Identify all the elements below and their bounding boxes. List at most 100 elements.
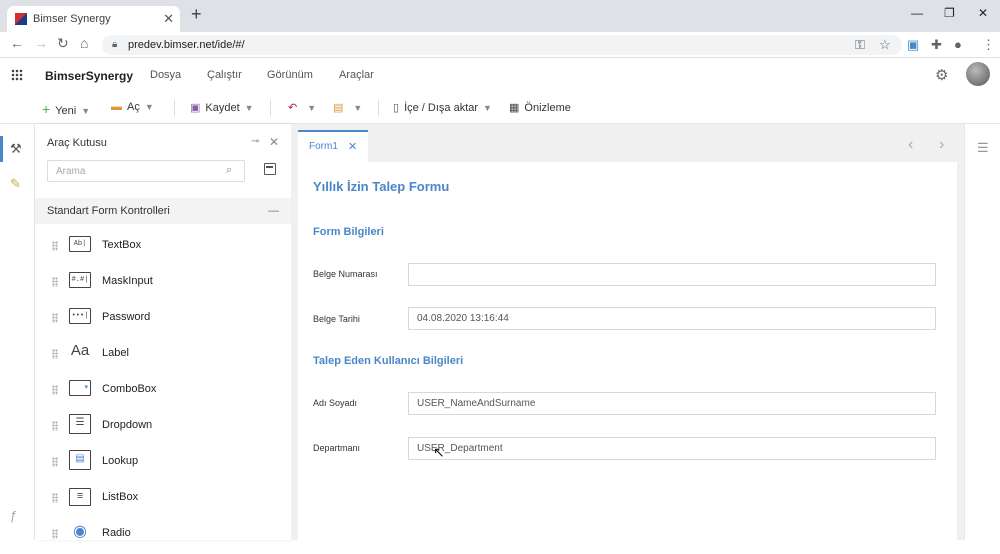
function-rail-icon[interactable]: ƒ xyxy=(10,508,17,523)
minus-icon[interactable]: — xyxy=(268,198,279,224)
tab-form1-label: Form1 xyxy=(309,141,338,152)
adi-soyadi-input[interactable]: USER_NameAndSurname xyxy=(408,392,936,415)
belge-tarihi-input[interactable]: 04.08.2020 13:16:44 xyxy=(408,307,936,330)
import-export-button[interactable]: ▯ İçe / Dışa aktar ▼ xyxy=(393,101,492,114)
gear-icon[interactable]: ⚙ xyxy=(935,66,948,84)
paint-rail-icon[interactable]: ✎ xyxy=(10,176,21,192)
drag-handle-icon[interactable] xyxy=(52,529,58,539)
drag-handle-icon[interactable] xyxy=(52,493,58,503)
url-field[interactable]: 🔒︎ predev.bimser.net/ide/#/ xyxy=(102,35,902,55)
forward-icon[interactable]: → xyxy=(34,35,48,51)
url-text: predev.bimser.net/ide/#/ xyxy=(128,39,245,51)
toolbox-title: Araç Kutusu xyxy=(47,137,107,149)
toolbox-rail-icon[interactable]: ⚒ xyxy=(10,141,22,157)
chevron-down-icon: ▼ xyxy=(307,103,317,113)
browser-menu-icon[interactable]: ⋮ xyxy=(982,37,995,53)
save-button[interactable]: ▣ Kaydet ▼ xyxy=(190,101,254,114)
document-icon: ▯ xyxy=(393,102,400,114)
drag-handle-icon[interactable] xyxy=(52,241,58,251)
section-requester-info[interactable]: Talep Eden Kullanıcı Bilgileri xyxy=(313,355,463,367)
preview-icon: ▦ xyxy=(509,102,520,114)
control-label: Radio xyxy=(102,527,131,539)
control-combobox[interactable]: ▾ ComboBox xyxy=(35,374,291,410)
close-icon[interactable]: ✕ xyxy=(269,135,279,149)
undo-icon: ↶ xyxy=(288,102,298,114)
chevron-right-icon[interactable]: › xyxy=(939,136,944,154)
belge-numarasi-input[interactable] xyxy=(408,263,936,286)
collapse-all-icon[interactable] xyxy=(264,163,276,175)
field-label-belge-numarasi[interactable]: Belge Numarası xyxy=(313,269,378,279)
app-grid-icon[interactable] xyxy=(11,69,23,81)
control-maskinput[interactable]: #.#| MaskInput xyxy=(35,266,291,302)
chevron-left-icon[interactable]: ‹ xyxy=(908,136,913,154)
open-button[interactable]: ▬ Aç ▼ xyxy=(111,101,154,113)
maskinput-icon: #.#| xyxy=(69,272,91,288)
drag-handle-icon[interactable] xyxy=(52,277,58,287)
preview-button[interactable]: ▦ Önizleme xyxy=(509,101,571,114)
reload-icon[interactable]: ↻ xyxy=(57,35,69,52)
textbox-icon: Ab| xyxy=(69,236,91,252)
control-lookup[interactable]: ▤ Lookup xyxy=(35,446,291,482)
import-export-label: İçe / Dışa aktar xyxy=(404,102,479,114)
menu-dosya[interactable]: Dosya xyxy=(150,69,181,81)
document-tabs: Form1 ✕ ‹ › xyxy=(298,130,957,162)
menu-calistir[interactable]: Çalıştır xyxy=(207,69,242,81)
extensions-icon[interactable]: ✚ xyxy=(931,37,942,53)
control-textbox[interactable]: Ab| TextBox xyxy=(35,230,291,266)
home-icon[interactable]: ⌂ xyxy=(80,35,88,51)
star-icon[interactable]: ☆ xyxy=(879,37,891,53)
tab-form1[interactable]: Form1 ✕ xyxy=(298,130,368,162)
tab-close-icon[interactable]: ✕ xyxy=(163,6,174,32)
toolbar-divider xyxy=(378,100,379,116)
translate-icon[interactable]: ▣ xyxy=(907,37,919,53)
chevron-down-icon: ▼ xyxy=(144,102,154,112)
close-tab-icon[interactable]: ✕ xyxy=(348,132,357,162)
control-dropdown[interactable]: ☰ Dropdown xyxy=(35,410,291,446)
profile-icon[interactable]: ● xyxy=(954,37,962,52)
avatar[interactable] xyxy=(966,62,990,86)
menu-araclar[interactable]: Araçlar xyxy=(339,69,374,81)
label-icon: Aa xyxy=(70,342,90,359)
toolbar-divider xyxy=(174,100,175,116)
minimize-icon[interactable]: — xyxy=(911,6,923,20)
properties-icon[interactable]: ☰ xyxy=(977,140,989,156)
section-standard-controls[interactable]: Standart Form Kontrolleri — xyxy=(35,198,291,224)
undo-button[interactable]: ↶ ▼ xyxy=(288,101,316,114)
form-canvas[interactable]: Yıllık İzin Talep Formu Form Bilgileri B… xyxy=(298,162,957,540)
section-form-info[interactable]: Form Bilgileri xyxy=(313,226,384,238)
field-label-belge-tarihi[interactable]: Belge Tarihi xyxy=(313,314,360,324)
control-label[interactable]: Aa Label xyxy=(35,338,291,374)
toolbar-divider xyxy=(270,100,271,116)
drag-handle-icon[interactable] xyxy=(52,385,58,395)
field-label-adi-soyadi[interactable]: Adı Soyadı xyxy=(313,398,357,408)
clipboard-icon: ▤ xyxy=(333,102,344,114)
new-tab-button[interactable]: + xyxy=(191,4,202,25)
close-window-icon[interactable]: ✕ xyxy=(978,6,988,20)
lookup-icon: ▤ xyxy=(69,450,91,470)
drag-handle-icon[interactable] xyxy=(52,313,58,323)
control-password[interactable]: •••| Password xyxy=(35,302,291,338)
control-listbox[interactable]: ≡ ListBox xyxy=(35,482,291,518)
new-button[interactable]: + Yeni ▼ xyxy=(42,101,90,117)
control-label: Label xyxy=(102,347,129,359)
pin-icon[interactable]: ⊸ xyxy=(251,136,259,147)
browser-tab[interactable]: Bimser Synergy ✕ xyxy=(7,6,180,32)
departmani-input[interactable]: USER_Department xyxy=(408,437,936,460)
folder-icon: ▬ xyxy=(111,101,122,113)
main-toolbar: + Yeni ▼ ▬ Aç ▼ ▣ Kaydet ▼ ↶ ▼ ▤ ▼ ▯ İçe / Dışa a… xyxy=(0,92,1000,124)
plus-icon: + xyxy=(42,101,51,117)
field-label-departmani[interactable]: Departmanı xyxy=(313,443,360,453)
form-title[interactable]: Yıllık İzin Talep Formu xyxy=(313,179,449,194)
drag-handle-icon[interactable] xyxy=(52,457,58,467)
search-input[interactable] xyxy=(47,160,245,182)
paste-button[interactable]: ▤ ▼ xyxy=(333,101,362,114)
drag-handle-icon[interactable] xyxy=(52,349,58,359)
drag-handle-icon[interactable] xyxy=(52,421,58,431)
menu-gorunum[interactable]: Görünüm xyxy=(267,69,313,81)
restore-icon[interactable]: ❐ xyxy=(944,6,955,20)
key-icon[interactable]: ⚿ xyxy=(855,37,865,53)
control-radio[interactable]: ◉ Radio xyxy=(35,518,291,554)
control-label: TextBox xyxy=(102,239,142,251)
preview-label: Önizleme xyxy=(524,102,571,114)
back-icon[interactable]: ← xyxy=(10,35,24,51)
